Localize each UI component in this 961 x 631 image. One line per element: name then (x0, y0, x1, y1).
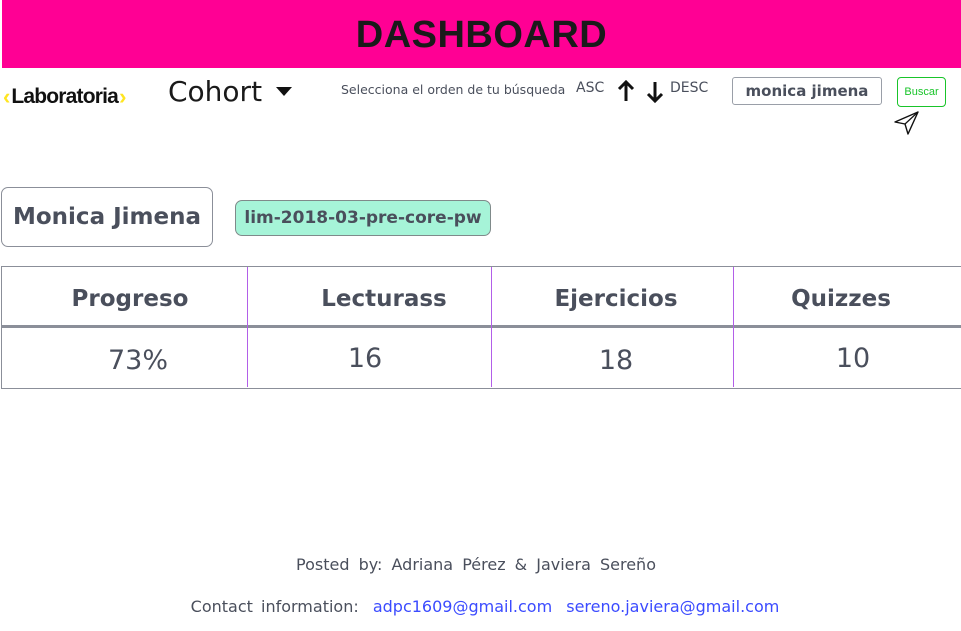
column-header-ejercicios: Ejercicios (554, 286, 678, 312)
footer-contact: Contact information: adpc1609@gmail.com … (0, 597, 961, 616)
stat-value-progreso: 73% (107, 344, 168, 376)
dashboard-header: DASHBOARD (2, 0, 961, 68)
cohort-badge: lim-2018-03-pre-core-pw (235, 200, 491, 236)
column-header-quizzes: Quizzes (791, 286, 891, 312)
chevron-down-icon (276, 86, 293, 96)
email-link-javiera[interactable]: sereno.javiera@gmail.com (566, 597, 779, 616)
contact-label: Contact information: (190, 597, 359, 616)
student-name-card: Monica Jimena (1, 187, 213, 247)
stat-value-ejercicios: 18 (598, 344, 634, 376)
laboratoria-logo[interactable]: ‹ Laboratoria › (3, 82, 126, 112)
desc-label: DESC (670, 80, 709, 96)
footer-posted-by: Posted by: Adriana Pérez & Javiera Sereñ… (296, 555, 656, 574)
email-link-adriana[interactable]: adpc1609@gmail.com (373, 597, 552, 616)
sort-order-label: Selecciona el orden de tu búsqueda (341, 82, 566, 97)
cohort-dropdown[interactable]: Cohort (168, 74, 293, 108)
arrow-up-icon[interactable] (617, 79, 635, 103)
logo-left-chevron-icon: ‹ (3, 84, 11, 109)
logo-text: Laboratoria (11, 85, 119, 108)
student-stats-table: Progreso Lecturass Ejercicios Quizzes 73… (1, 266, 961, 389)
column-header-lecturas: Lecturass (321, 286, 447, 312)
search-button[interactable]: Buscar (897, 77, 946, 107)
stat-value-lecturas: 16 (347, 342, 383, 374)
cohort-dropdown-label: Cohort (168, 74, 263, 108)
logo-right-chevron-icon: › (119, 84, 127, 109)
arrow-down-icon[interactable] (646, 80, 664, 104)
column-header-progreso: Progreso (71, 286, 189, 312)
search-input[interactable] (732, 77, 882, 105)
page-title: DASHBOARD (355, 14, 608, 56)
send-icon[interactable] (893, 109, 921, 137)
asc-label: ASC (576, 80, 605, 96)
stat-value-quizzes: 10 (835, 342, 871, 374)
